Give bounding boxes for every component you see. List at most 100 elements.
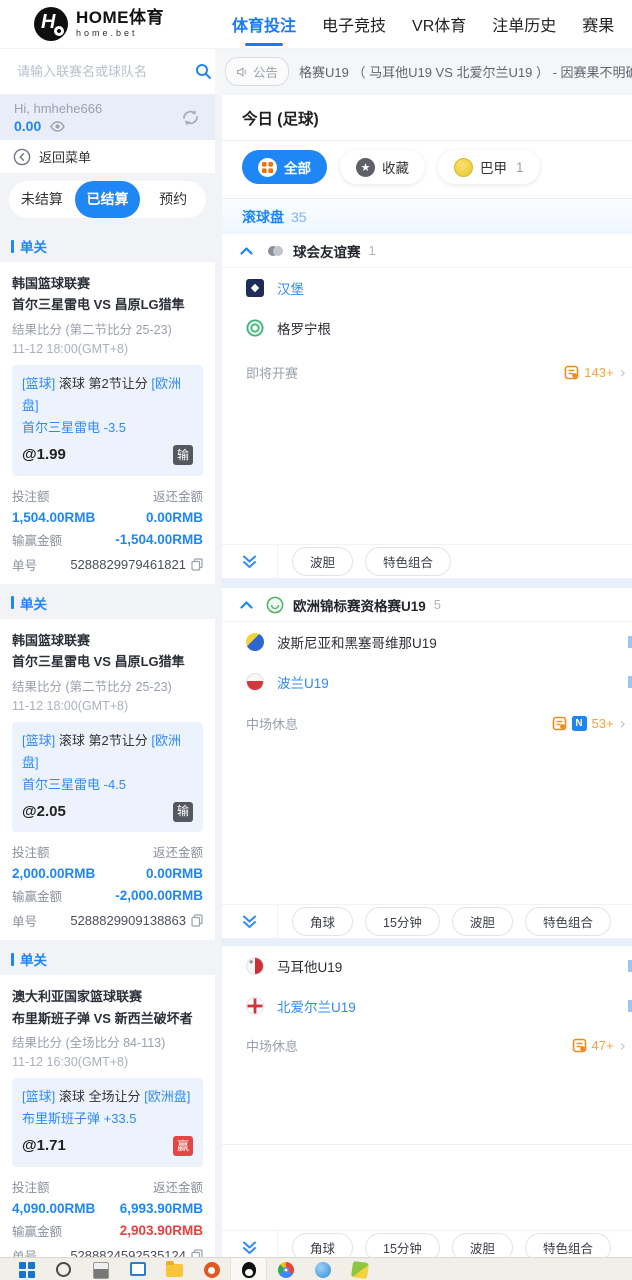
- search-icon[interactable]: [195, 63, 212, 80]
- match-status-row: 中场休息 N 53+ ›: [222, 702, 632, 744]
- section-count: 1: [368, 243, 376, 258]
- more-markets[interactable]: 143+ ›: [564, 363, 626, 382]
- tab-unsettled[interactable]: 未结算: [9, 181, 75, 218]
- market-chip-special-combo[interactable]: 特色组合: [524, 907, 611, 936]
- bet-selection: 首尔三星雷电 -3.5: [22, 420, 127, 436]
- tab-reserved[interactable]: 预约: [140, 181, 206, 218]
- bet-detail-box: [篮球] 滚球 全场让分 [欧洲盘] 布里斯班子弹 +33.5 @1.71 赢: [12, 1078, 203, 1167]
- match-block-malta: 马耳他U19 北爱尔兰U19 中场休息 47+ › 角球 15分钟 波胆 特色组…: [222, 946, 632, 1264]
- taskbar-app-gray-icon[interactable]: [82, 1258, 119, 1280]
- more-markets[interactable]: N 53+ ›: [552, 714, 626, 733]
- bet-detail-box: [篮球] 滚球 第2节让分 [欧洲盘] 首尔三星雷电 -4.5 @2.05 输: [12, 721, 203, 833]
- star-icon: ★: [356, 157, 375, 177]
- uefa-league-icon: [266, 596, 284, 614]
- search-input[interactable]: [15, 62, 195, 80]
- team-row-away[interactable]: 波兰U19: [222, 662, 632, 702]
- bet-detail-box: [篮球] 滚球 第2节让分 [欧洲盘] 首尔三星雷电 -3.5 @1.99 输: [12, 364, 203, 476]
- bet-match: 首尔三星雷电 VS 昌原LG猎隼: [12, 654, 185, 670]
- bet-league: 澳大利亚国家篮球联赛: [12, 989, 143, 1005]
- collapse-chevron-icon[interactable]: [240, 600, 253, 609]
- stake-value: 4,090.00RMB: [12, 1200, 96, 1216]
- site-logo[interactable]: H HOME体育 home.bet: [34, 7, 164, 41]
- team-row-home[interactable]: 马耳他U19: [222, 946, 632, 986]
- announcement-bar: 公告 格赛U19 （ 马耳他U19 VS 北爱尔兰U19 ） - 因赛果不明确，…: [215, 48, 632, 95]
- taskbar-app-green-icon[interactable]: [341, 1258, 378, 1280]
- filter-count: 1: [516, 159, 524, 175]
- chevron-right-icon: ›: [619, 1035, 626, 1055]
- market-chip-correct-score[interactable]: 波胆: [292, 547, 354, 576]
- market-chip-15min[interactable]: 15分钟: [365, 907, 440, 936]
- market-chip-correct-score[interactable]: 波胆: [451, 907, 513, 936]
- filter-favorites[interactable]: ★ 收藏: [340, 150, 425, 184]
- markets-count: 47+: [591, 1037, 614, 1053]
- expand-more-icon[interactable]: [222, 545, 278, 578]
- back-to-menu[interactable]: 返回菜单: [0, 140, 215, 174]
- filter-all[interactable]: 全部: [242, 150, 327, 184]
- user-panel: Hi, hmhehe666 0.00: [0, 95, 215, 140]
- more-markets[interactable]: 47+ ›: [572, 1036, 626, 1055]
- team-name: 波斯尼亚和黑塞哥维那U19: [277, 636, 437, 651]
- news-icon: N: [571, 715, 587, 731]
- bet-odds: @2.05: [22, 802, 66, 820]
- nav-results[interactable]: 赛果: [582, 12, 614, 36]
- grid-icon: [258, 157, 277, 177]
- bet-type-tag: 单关: [0, 940, 215, 975]
- northern-ireland-flag-icon: [246, 997, 264, 1015]
- refresh-icon[interactable]: [180, 107, 201, 128]
- windows-taskbar: [0, 1257, 632, 1280]
- match-status: 即将开赛: [246, 365, 299, 381]
- bet-slip-icon: [552, 716, 567, 731]
- copy-icon[interactable]: [191, 558, 203, 571]
- file-explorer-icon[interactable]: [156, 1258, 193, 1280]
- filter-league-baja[interactable]: 巴甲 1: [438, 150, 540, 184]
- page-title: 今日 (足球): [222, 95, 632, 141]
- qq-icon[interactable]: [230, 1258, 267, 1280]
- collapse-chevron-icon[interactable]: [240, 246, 253, 255]
- market-chip-special-combo[interactable]: 特色组合: [365, 547, 452, 576]
- start-button-icon[interactable]: [8, 1258, 45, 1280]
- team-row-away[interactable]: 北爱尔兰U19: [222, 986, 632, 1026]
- rolling-ball-bar[interactable]: 滚球盘 35: [222, 198, 632, 234]
- cutoff-odds-fragment: [628, 960, 632, 972]
- bet-time: 11-12 18:00(GMT+8): [12, 698, 129, 713]
- nav-bet-history[interactable]: 注单历史: [492, 12, 556, 36]
- match-status: 中场休息: [246, 716, 299, 732]
- nav-sports-betting[interactable]: 体育投注: [232, 12, 296, 36]
- team-name: 马耳他U19: [277, 960, 343, 975]
- expand-more-icon[interactable]: [222, 905, 278, 938]
- section-header[interactable]: 欧洲锦标赛资格赛U19 5: [222, 588, 632, 622]
- taskbar-app-orange-icon[interactable]: [193, 1258, 230, 1280]
- chrome-icon[interactable]: [267, 1258, 304, 1280]
- section-count: 5: [433, 597, 441, 612]
- bosnia-flag-icon: [246, 633, 264, 651]
- app-root: H HOME体育 home.bet 体育投注 电子竞技 VR体育 注单历史 赛果…: [0, 0, 632, 1280]
- outcome-badge-lose: 输: [173, 444, 193, 465]
- poland-flag-icon: [246, 673, 264, 691]
- nav-vr-sports[interactable]: VR体育: [412, 12, 466, 36]
- task-view-icon[interactable]: [119, 1258, 156, 1280]
- logo-icon: H: [34, 7, 68, 41]
- winloss-value: -1,504.00RMB: [115, 531, 203, 547]
- team-row-home[interactable]: 汉堡: [222, 268, 632, 308]
- bet-time: 11-12 16:30(GMT+8): [12, 1055, 129, 1070]
- taskbar-app-blue-icon[interactable]: [304, 1258, 341, 1280]
- eye-icon[interactable]: [50, 120, 66, 132]
- malta-flag-icon: [246, 957, 264, 975]
- bet-odds: @1.99: [22, 446, 66, 464]
- league-section-friendlies: 球会友谊赛 1 汉堡 格罗宁根 即将开赛 143+ › 波胆 特色组合: [222, 234, 632, 578]
- cutoff-odds-fragment: [628, 676, 632, 688]
- section-header[interactable]: 球会友谊赛 1: [222, 234, 632, 268]
- markets-count: 53+: [591, 715, 614, 731]
- team-row-home[interactable]: 波斯尼亚和黑塞哥维那U19: [222, 622, 632, 662]
- tab-settled[interactable]: 已结算: [74, 181, 141, 218]
- megaphone-icon: [236, 66, 248, 78]
- cutoff-odds-fragment: [628, 636, 632, 648]
- market-chip-corners[interactable]: 角球: [292, 907, 354, 936]
- copy-icon[interactable]: [191, 914, 203, 927]
- taskbar-search-icon[interactable]: [45, 1258, 82, 1280]
- nav-esports[interactable]: 电子竞技: [322, 12, 386, 36]
- bet-result-score: 结果比分 (全场比分 84-113): [12, 1036, 166, 1051]
- team-row-away[interactable]: 格罗宁根: [222, 308, 632, 348]
- bet-selection: 布里斯班子弹 +33.5: [22, 1111, 137, 1127]
- order-number: 5288829979461821: [70, 556, 186, 572]
